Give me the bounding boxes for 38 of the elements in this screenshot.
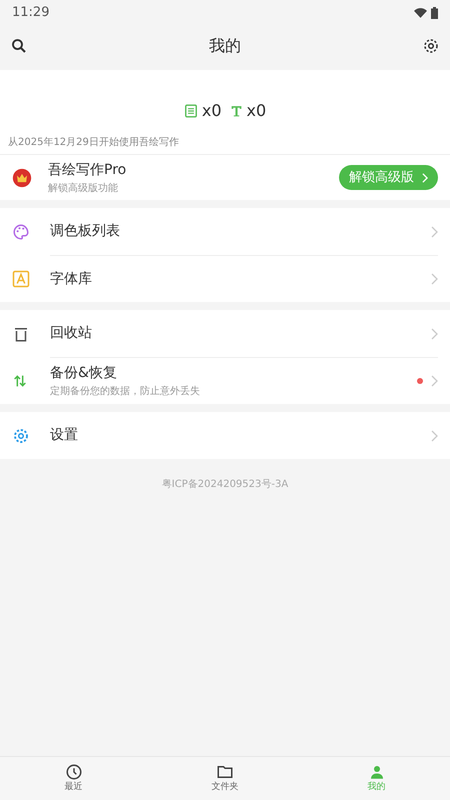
font-icon — [12, 270, 30, 288]
chevron-icon — [431, 430, 438, 442]
document-icon — [184, 104, 198, 118]
search-icon[interactable] — [10, 37, 28, 55]
chevron-icon — [431, 328, 438, 340]
menu-label: 调色板列表 — [50, 222, 121, 241]
count-text: x0 — [246, 100, 266, 122]
clock-icon — [64, 762, 82, 781]
menu-item[interactable]: 备份&恢复 定期备份您的数据，防止意外丢失 — [0, 357, 450, 404]
icp-text: 粤ICP备2024209523号-3A — [162, 479, 288, 490]
menu-label: 字体库 — [50, 270, 93, 288]
text-icon — [230, 104, 242, 118]
count-text: x0 — [202, 100, 222, 122]
menu-subtitle: 定期备份您的数据，防止意外丢失 — [50, 384, 201, 399]
pro-title: 吾绘写作Pro — [48, 160, 128, 180]
menu-item[interactable]: 回收站 — [0, 310, 450, 357]
tab[interactable]: 最近 — [0, 757, 147, 800]
usage-since-text: 从2025年12月29日开始使用吾绘写作 — [8, 137, 179, 148]
menu-item[interactable]: 字体库 — [0, 255, 450, 302]
menu-label: 备份&恢复 — [50, 364, 118, 383]
menu-label: 回收站 — [50, 324, 93, 343]
battery-icon — [431, 7, 438, 19]
settings-icon[interactable] — [422, 37, 440, 55]
chevron-icon — [431, 375, 438, 387]
status-time: 11:29 — [12, 4, 50, 22]
settings-icon — [12, 426, 30, 444]
menu-item[interactable]: 调色板列表 — [0, 208, 450, 255]
wifi-icon — [414, 8, 427, 18]
tab[interactable]: 文件夹 — [147, 757, 303, 800]
chevron-icon — [431, 226, 438, 238]
menu-label: 设置 — [50, 426, 79, 445]
crown-badge-icon — [12, 168, 32, 188]
palette-icon — [12, 222, 30, 240]
menu-item[interactable]: 设置 — [0, 412, 450, 459]
pro-subtitle: 解锁高级版功能 — [48, 182, 119, 196]
chevron-icon — [422, 172, 428, 182]
page-title: 我的 — [209, 35, 241, 57]
chevron-icon — [431, 273, 438, 285]
